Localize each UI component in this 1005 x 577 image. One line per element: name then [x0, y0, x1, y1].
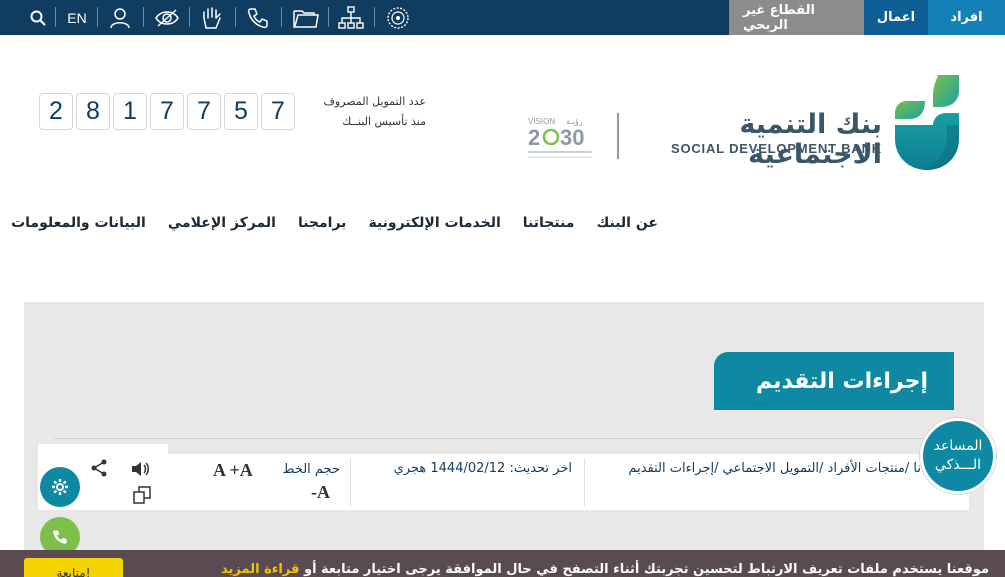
breadcrumb-individual-products[interactable]: منتجات الأفراد	[828, 461, 905, 476]
settings-button[interactable]	[40, 467, 80, 507]
title-divider	[54, 438, 970, 439]
phone-icon	[53, 530, 67, 544]
bank-name-arabic: بنك التنمية الاجتماعية	[739, 109, 882, 170]
counter-label-1: عدد التمويل المصروف	[323, 95, 426, 108]
nav-data-info[interactable]: البيانات والمعلومات	[0, 215, 157, 231]
tab-individuals[interactable]: افراد	[928, 0, 1005, 35]
divider	[328, 7, 329, 27]
breadcrumb-current: إجراءات التقديم	[628, 461, 715, 476]
user-icon[interactable]	[108, 0, 132, 35]
folder-icon[interactable]	[292, 0, 319, 35]
main-nav: عن البنك منتجاتنا الخدمات الإلكترونية بر…	[0, 215, 669, 231]
divider	[189, 7, 190, 27]
font-decrease-button[interactable]: -A	[311, 482, 330, 503]
cookie-message: موقعنا يستخدم ملفات تعريف الارتباط لتحسي…	[303, 562, 989, 577]
divider	[374, 7, 375, 27]
smart-assistant-button[interactable]: المساعد الـــذكي	[920, 418, 996, 494]
divider	[235, 7, 236, 27]
share-icon[interactable]	[89, 458, 109, 478]
tab-nonprofit[interactable]: القطاع غير الربحي	[729, 0, 864, 35]
counter-digit: 8	[76, 93, 110, 130]
top-bar: افراد اعمال القطاع غير الربحي EN	[0, 0, 1005, 35]
counter-digit: 1	[113, 93, 147, 130]
bank-logo-icon[interactable]	[893, 73, 961, 171]
svg-text:30: 30	[560, 125, 584, 150]
counter-digit: 5	[224, 93, 258, 130]
counter-digit: 7	[261, 93, 295, 130]
breadcrumb: نا /منتجات الأفراد /التمويل الاجتماعي /إ…	[628, 461, 921, 476]
assistant-line-1: المساعد	[933, 438, 983, 454]
counter-label-2: منذ تأسيس البنــك	[342, 115, 426, 128]
divider	[55, 7, 56, 27]
read-more-link[interactable]: قراءة المزيد	[221, 562, 299, 577]
svg-text:2: 2	[528, 125, 540, 150]
counter-digit: 7	[187, 93, 221, 130]
last-updated: اخر تحديث: 1444/02/12 هجري	[393, 461, 572, 476]
nav-e-services[interactable]: الخدمات الإلكترونية	[357, 215, 511, 231]
funding-counter: 2 8 1 7 7 5 7	[39, 93, 295, 130]
nav-about-bank[interactable]: عن البنك	[585, 215, 669, 231]
font-size-label: حجم الخط	[282, 462, 340, 477]
vision-2030-logo[interactable]: VISION رؤيـة 2 30	[526, 112, 596, 162]
breadcrumb-social-finance[interactable]: التمويل الاجتماعي	[723, 461, 819, 476]
divider	[97, 7, 98, 27]
speaker-icon[interactable]	[130, 459, 150, 479]
divider	[584, 458, 585, 506]
gear-icon	[52, 479, 68, 495]
segment-tabs: افراد اعمال القطاع غير الربحي	[729, 0, 1005, 35]
font-increase-button[interactable]: A +A	[213, 460, 253, 481]
divider	[143, 7, 144, 27]
divider	[350, 458, 351, 506]
divider	[281, 7, 282, 27]
bank-name-english: SOCIAL DEVELOPMENT BANK	[670, 141, 882, 156]
seal-icon[interactable]	[385, 0, 410, 35]
copy-icon[interactable]	[132, 485, 152, 505]
cookie-text: موقعنا يستخدم ملفات تعريف الارتباط لتحسي…	[221, 562, 989, 577]
cookie-banner: موقعنا يستخدم ملفات تعريف الارتباط لتحسي…	[0, 550, 1005, 577]
header-divider	[617, 113, 619, 159]
nav-products[interactable]: منتجاتنا	[512, 215, 586, 231]
sign-language-icon[interactable]	[200, 0, 224, 35]
nav-media-center[interactable]: المركز الإعلامي	[157, 215, 287, 231]
counter-digit: 7	[150, 93, 184, 130]
tab-business[interactable]: اعمال	[864, 0, 928, 35]
search-icon[interactable]	[28, 0, 48, 35]
content-panel	[24, 302, 984, 577]
cookie-continue-button[interactable]: متابعة!	[24, 558, 123, 577]
sitemap-icon[interactable]	[338, 0, 364, 35]
phone-icon[interactable]	[246, 0, 270, 35]
page-title: إجراءات التقديم	[755, 368, 928, 394]
nav-programs[interactable]: برامجنا	[287, 215, 358, 231]
eye-slash-icon[interactable]	[154, 0, 180, 35]
page-title-tab: إجراءات التقديم	[714, 352, 954, 410]
assistant-line-2: الـــذكي	[934, 457, 982, 473]
breadcrumb-prefix[interactable]: نا /	[905, 461, 921, 476]
language-switch[interactable]: EN	[64, 0, 90, 35]
counter-digit: 2	[39, 93, 73, 130]
